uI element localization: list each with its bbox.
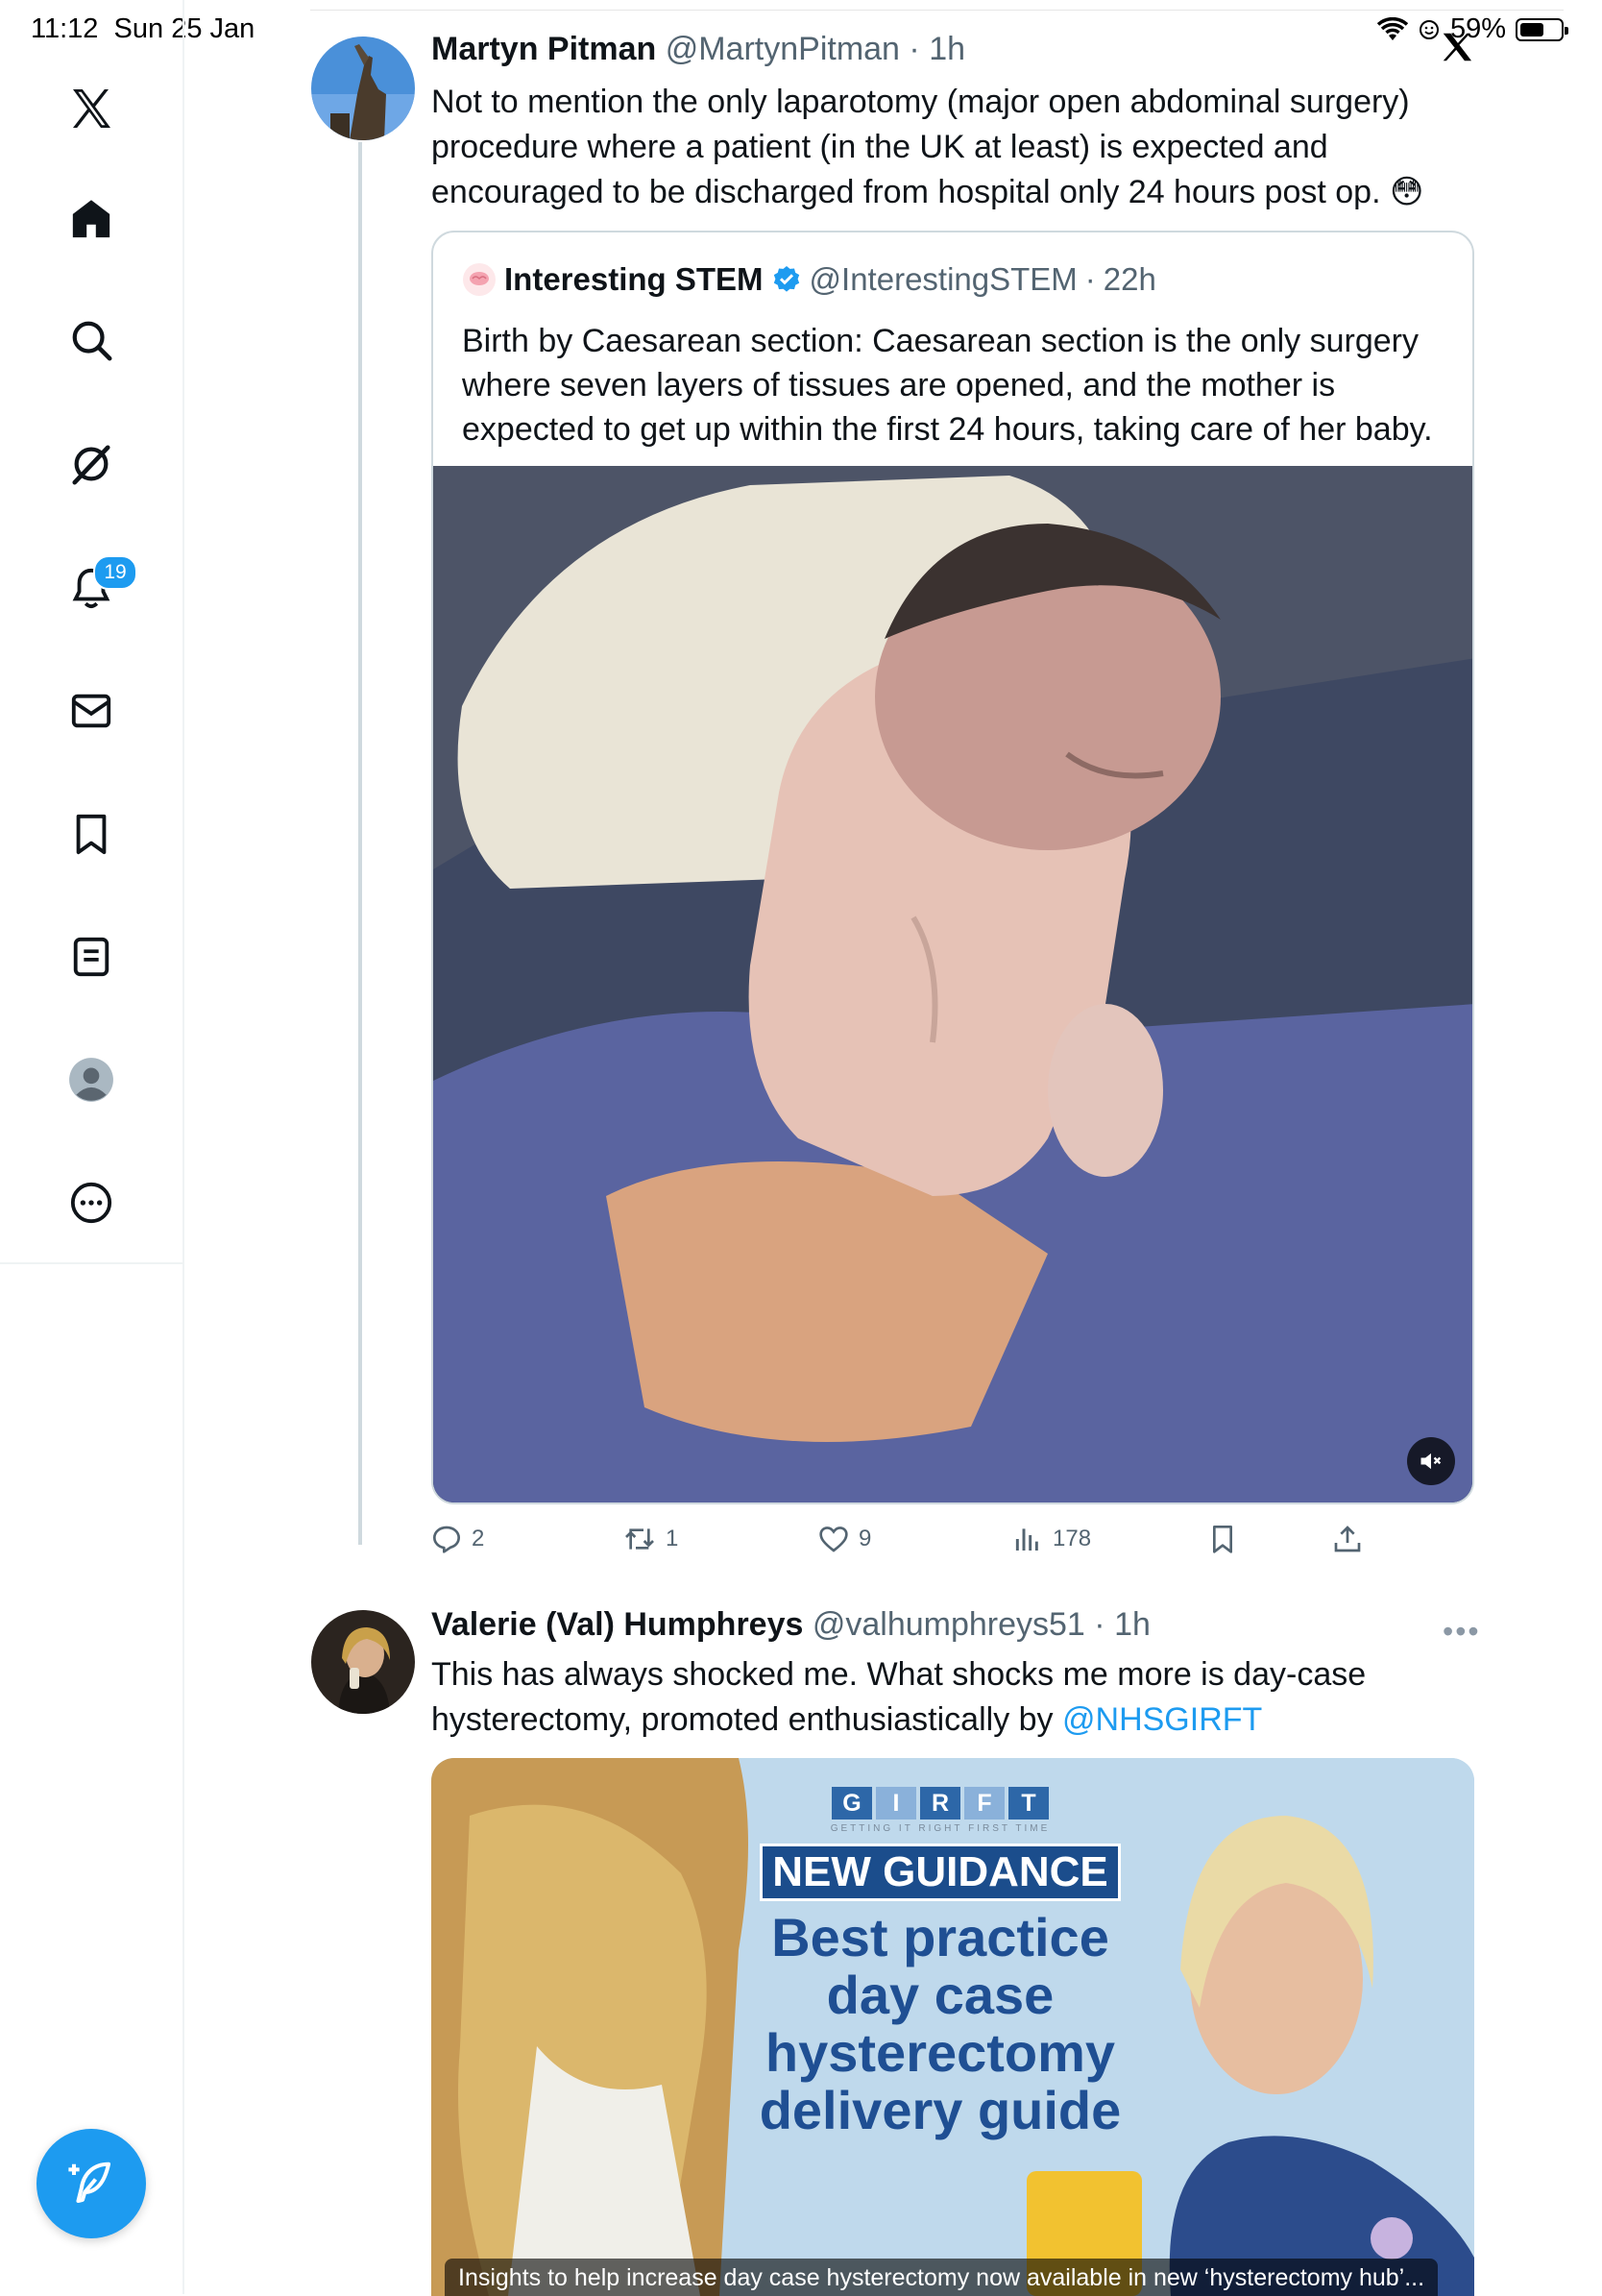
quote-header: Interesting STEM @InterestingSTEM · 22h	[462, 261, 1156, 298]
guide-title-line: hysterectomy	[765, 2022, 1116, 2083]
sidebar-divider	[0, 1262, 184, 1264]
close-x-icon[interactable]	[1439, 29, 1475, 65]
like-button[interactable]: 9	[818, 1524, 871, 1554]
video-player[interactable]	[433, 466, 1472, 1502]
quoted-tweet-card[interactable]: Interesting STEM @InterestingSTEM · 22h Bi…	[431, 231, 1474, 1504]
lists-icon[interactable]	[63, 929, 119, 985]
tweet1-text: Not to mention the only laparotomy (majo…	[431, 84, 1424, 210]
compose-post-button[interactable]	[36, 2129, 146, 2238]
repost-count: 1	[666, 1526, 679, 1551]
smiley-icon	[1419, 19, 1439, 39]
author-name[interactable]: Martyn Pitman	[431, 31, 656, 67]
guide-title-line: day case	[826, 1965, 1055, 2025]
author-handle[interactable]: @valhumphreys51	[813, 1606, 1085, 1643]
girft-letter: R	[920, 1787, 960, 1820]
mention-link[interactable]: @NHSGIRFT	[1062, 1701, 1262, 1738]
bookmarks-icon[interactable]	[63, 806, 119, 862]
mute-button[interactable]	[1407, 1437, 1455, 1485]
bookmark-button[interactable]	[1207, 1524, 1238, 1554]
avatar-martyn-pitman[interactable]	[311, 37, 415, 140]
wifi-icon	[1376, 16, 1408, 40]
new-guidance-banner: NEW GUIDANCE	[760, 1844, 1121, 1901]
top-divider	[310, 10, 1564, 11]
tweet1-actions: 2 1 9 178	[431, 1524, 1474, 1562]
media-caption: Insights to help increase day case hyste…	[445, 2259, 1439, 2296]
quote-author-handle: @InterestingSTEM	[809, 261, 1078, 297]
tweet2-text: This has always shocked me. What shocks …	[431, 1652, 1478, 1743]
video-frame-newborn	[433, 466, 1472, 1502]
quote-time: 22h	[1103, 261, 1156, 297]
more-options-icon[interactable]	[63, 1175, 119, 1231]
x-logo-icon[interactable]	[63, 81, 119, 136]
reply-count: 2	[472, 1526, 485, 1551]
battery-icon	[1516, 17, 1568, 41]
girft-logo: GIRFT	[758, 1787, 1123, 1820]
girft-graphic: GIRFT GETTING IT RIGHT FIRST TIME NEW GU…	[758, 1787, 1123, 2139]
views-count: 178	[1053, 1526, 1092, 1551]
share-icon	[1334, 1526, 1361, 1552]
girft-letter: G	[832, 1787, 872, 1820]
grok-icon[interactable]	[63, 436, 119, 492]
post-time[interactable]: 1h	[1114, 1606, 1151, 1643]
tweet1-header: Martyn Pitman @MartynPitman · 1h	[431, 31, 966, 67]
bookmark-icon	[1213, 1526, 1232, 1553]
messages-icon[interactable]	[63, 683, 119, 739]
guide-title-line: delivery guide	[759, 2080, 1122, 2140]
compose-feather-icon	[68, 2162, 111, 2204]
home-icon[interactable]	[63, 191, 119, 247]
guide-title-line: Best practice	[771, 1907, 1109, 1967]
girft-letter: F	[964, 1787, 1005, 1820]
girft-letter: T	[1008, 1787, 1049, 1820]
reply-button[interactable]: 2	[431, 1524, 484, 1554]
reply-icon	[433, 1526, 460, 1553]
views-chart-icon	[1015, 1528, 1038, 1551]
heart-icon	[819, 1527, 848, 1552]
avatar-valerie-humphreys[interactable]	[311, 1610, 415, 1714]
share-button[interactable]	[1332, 1524, 1363, 1554]
repost-icon	[625, 1528, 654, 1550]
views-button[interactable]: 178	[1012, 1524, 1091, 1554]
sidebar: 19	[0, 0, 184, 2294]
more-options-dots-icon[interactable]: •••	[1443, 1614, 1481, 1649]
brain-avatar-icon	[463, 263, 496, 296]
tweet2-media-image[interactable]: GIRFT GETTING IT RIGHT FIRST TIME NEW GU…	[431, 1758, 1474, 2296]
post-time[interactable]: 1h	[929, 31, 965, 67]
notification-badge: 19	[93, 555, 137, 590]
guide-title: Best practice day case hysterectomy deliver…	[758, 1909, 1123, 2139]
quote-text: Birth by Caesarean section: Caesarean se…	[462, 323, 1433, 448]
tweet2-header: Valerie (Val) Humphreys @valhumphreys51 …	[431, 1606, 1151, 1643]
author-handle[interactable]: @MartynPitman	[666, 31, 900, 67]
profile-avatar-icon[interactable]	[63, 1052, 119, 1108]
quote-author-name: Interesting STEM	[504, 261, 764, 297]
muted-speaker-icon	[1420, 1453, 1442, 1470]
girft-tagline: GETTING IT RIGHT FIRST TIME	[830, 1823, 1051, 1834]
girft-letter: I	[876, 1787, 916, 1820]
search-icon[interactable]	[63, 312, 119, 368]
repost-button[interactable]: 1	[623, 1524, 678, 1554]
author-name[interactable]: Valerie (Val) Humphreys	[431, 1606, 803, 1643]
thread-line	[358, 142, 362, 1545]
verified-badge-icon	[773, 266, 799, 292]
like-count: 9	[859, 1526, 872, 1551]
